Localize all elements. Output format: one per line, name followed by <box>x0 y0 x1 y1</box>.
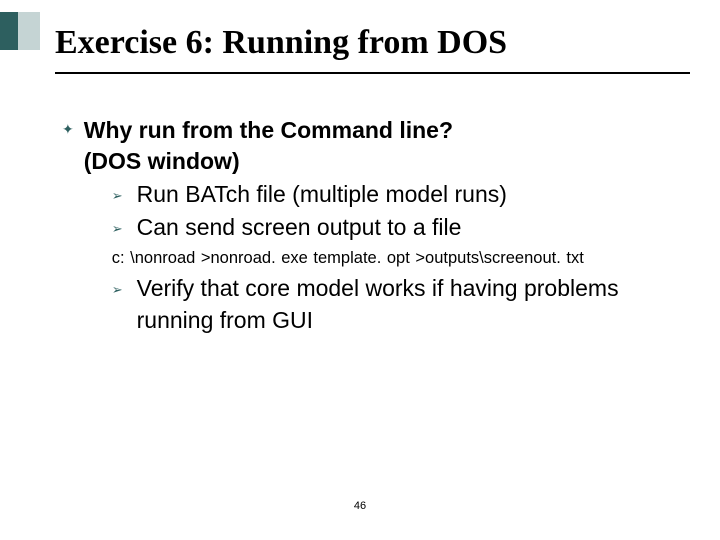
sub-bullet-1: ➢ Run BATch file (multiple model runs) <box>112 179 685 210</box>
main-line-1: Why run from the Command line? <box>84 115 685 146</box>
slide-content: ✦ Why run from the Command line? (DOS wi… <box>62 115 685 336</box>
diamond-bullet-icon: ✦ <box>62 121 74 138</box>
sub-text-3: Verify that core model works if having p… <box>137 273 685 335</box>
sub-bullet-3: ➢ Verify that core model works if having… <box>112 273 685 335</box>
main-bullet: ✦ Why run from the Command line? (DOS wi… <box>62 115 685 336</box>
sub-text-1: Run BATch file (multiple model runs) <box>137 179 507 210</box>
title-underline <box>55 72 690 74</box>
sub-items-list: ➢ Run BATch file (multiple model runs) ➢… <box>112 179 685 243</box>
main-line-2: (DOS window) <box>84 146 685 177</box>
chevron-bullet-icon: ➢ <box>112 281 123 299</box>
page-number: 46 <box>354 500 366 512</box>
slide-title: Exercise 6: Running from DOS <box>55 24 507 62</box>
chevron-bullet-icon: ➢ <box>112 187 123 205</box>
accent-bar-light <box>18 12 40 50</box>
code-example: c: \nonroad >nonroad. exe template. opt … <box>112 247 685 269</box>
sub-text-2: Can send screen output to a file <box>137 212 462 243</box>
chevron-bullet-icon: ➢ <box>112 220 123 238</box>
sub-items-list-2: ➢ Verify that core model works if having… <box>112 273 685 335</box>
accent-bar-dark <box>0 12 18 50</box>
sub-bullet-2: ➢ Can send screen output to a file <box>112 212 685 243</box>
main-text-block: Why run from the Command line? (DOS wind… <box>84 115 685 336</box>
